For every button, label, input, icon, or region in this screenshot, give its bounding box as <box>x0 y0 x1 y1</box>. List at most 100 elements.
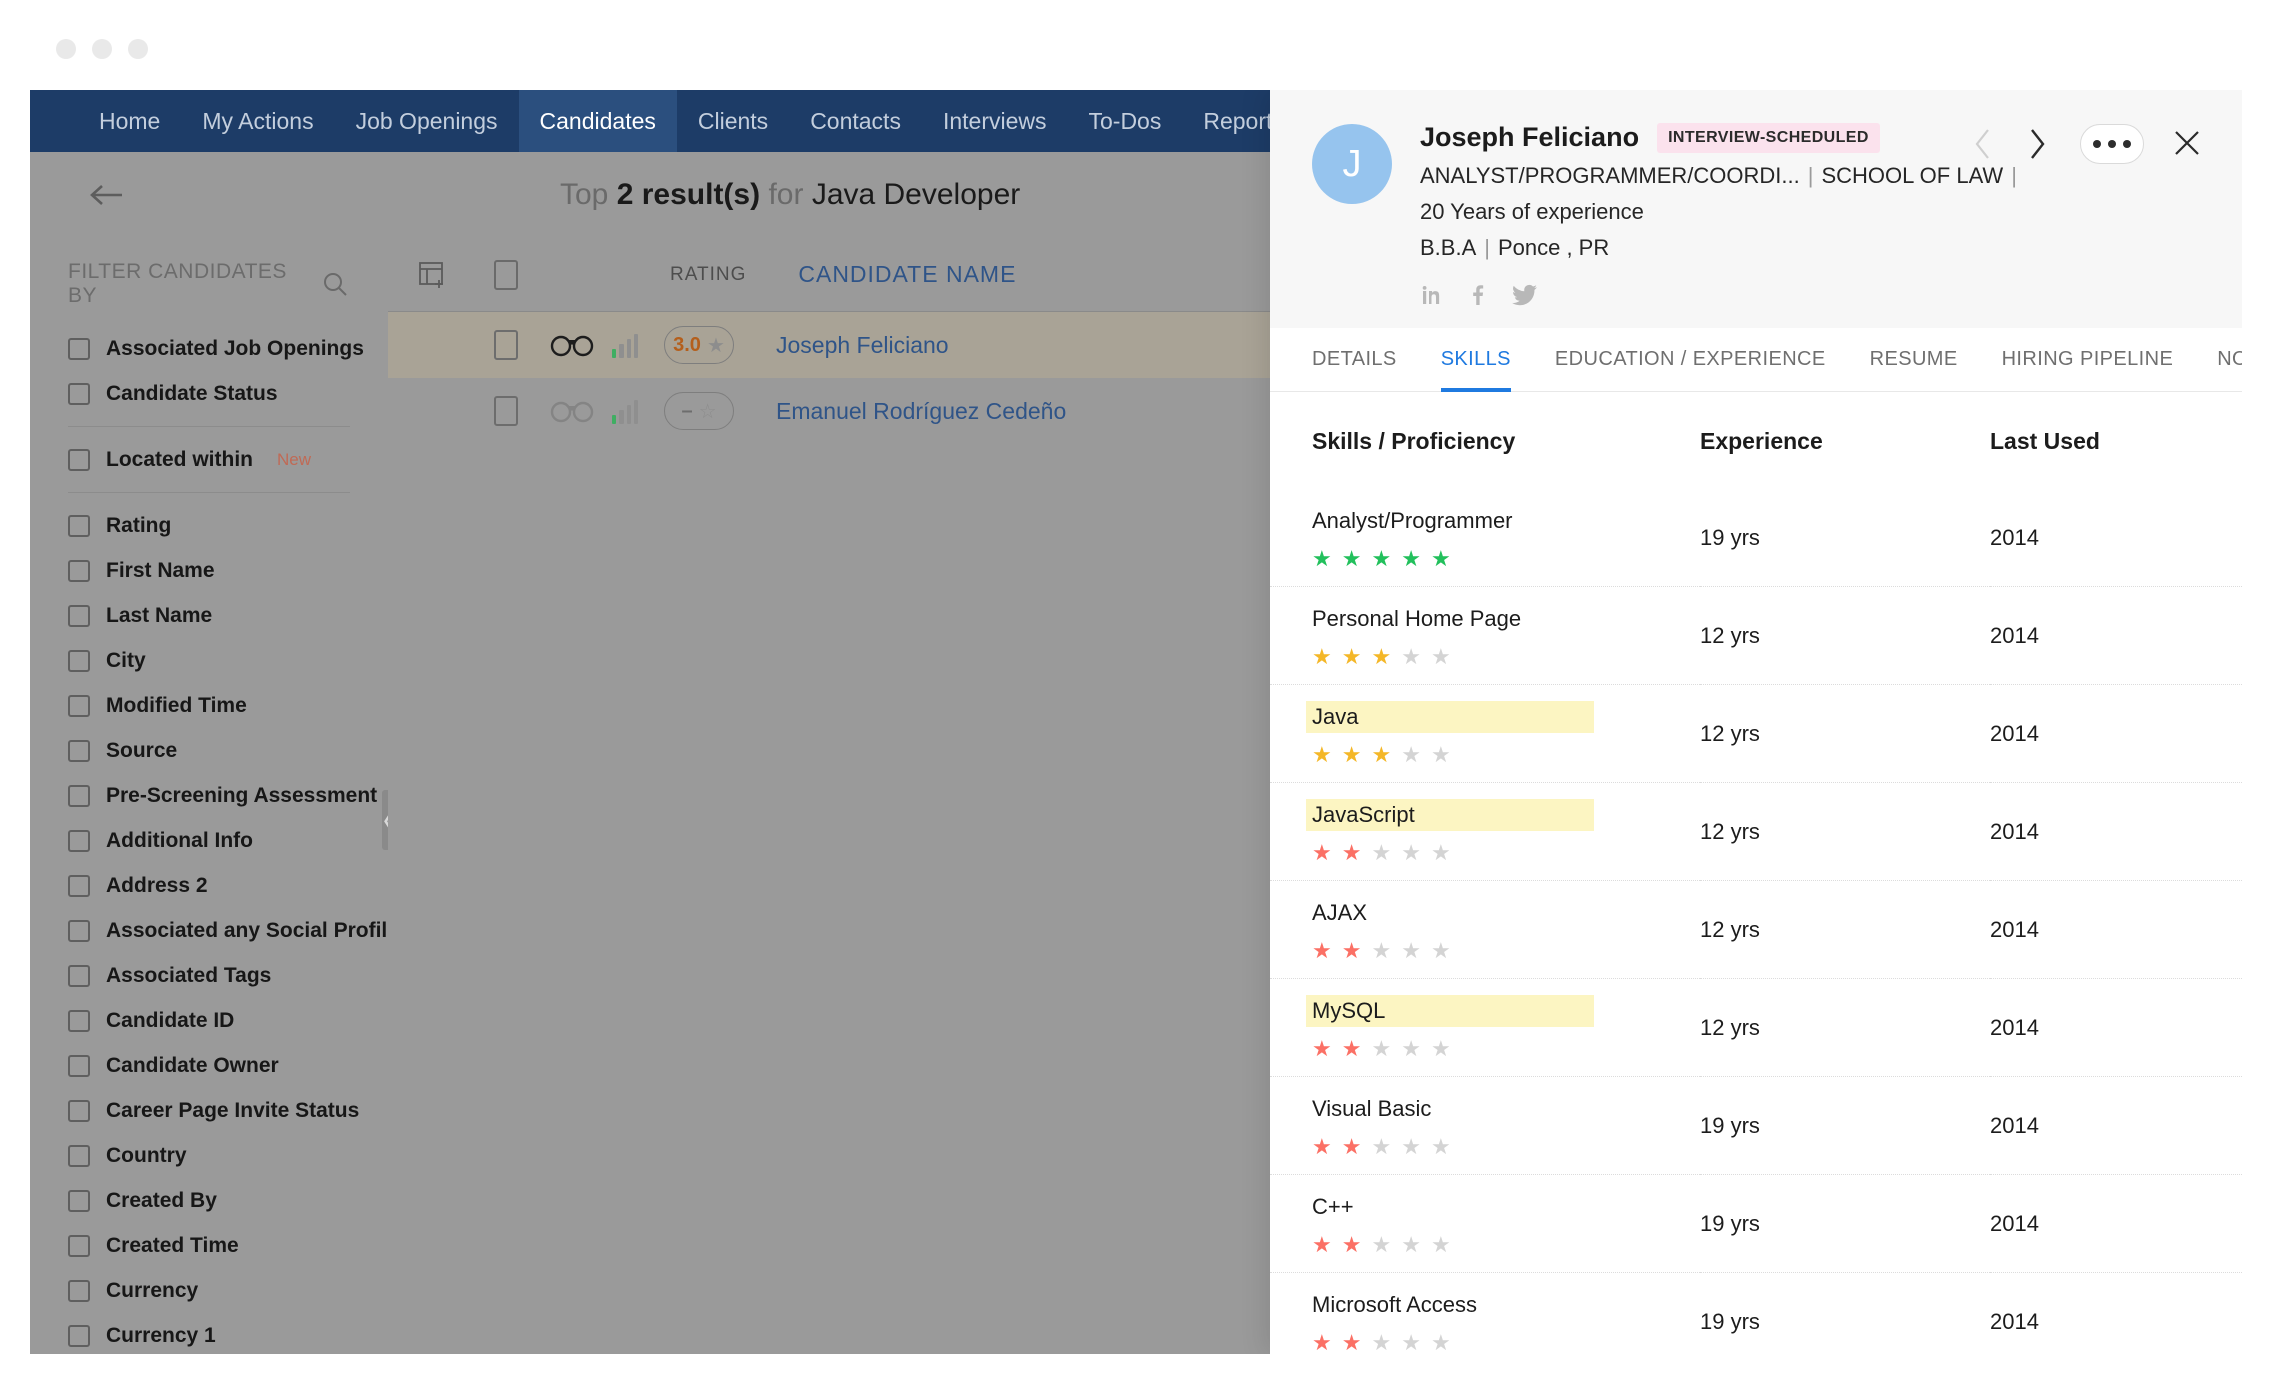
window-maximize-dot[interactable] <box>128 39 148 59</box>
next-record-icon[interactable] <box>2026 127 2052 161</box>
star-icon: ★ <box>1371 546 1392 571</box>
checkbox[interactable] <box>68 1189 90 1212</box>
checkbox[interactable] <box>68 382 90 405</box>
filter-label: Career Page Invite Status <box>106 1098 360 1122</box>
checkbox[interactable] <box>68 964 90 987</box>
star-icon: ★ <box>1371 1232 1392 1257</box>
checkbox[interactable] <box>68 649 90 672</box>
checkbox[interactable] <box>68 829 90 852</box>
filter-item-last-name[interactable]: Last Name <box>30 593 388 638</box>
glasses-icon[interactable] <box>550 330 594 360</box>
table-row: Analyst/Programmer ★ ★ ★ ★ ★ 19 yrs 2014 <box>1270 489 2242 587</box>
tab-hiring-pipeline[interactable]: HIRING PIPELINE <box>1980 328 2196 392</box>
window-close-dot[interactable] <box>56 39 76 59</box>
twitter-icon[interactable] <box>1512 283 1538 307</box>
checkbox[interactable] <box>68 874 90 897</box>
skills-table-body: Analyst/Programmer ★ ★ ★ ★ ★ 19 yrs 2014 Per… <box>1270 489 2242 1354</box>
tab-notes[interactable]: NOTES <box>2195 328 2242 392</box>
table-row[interactable]: 3.0 ★ Joseph Feliciano <box>388 312 1270 378</box>
results-for: for <box>768 178 804 211</box>
checkbox[interactable] <box>68 694 90 717</box>
nav-label: My Actions <box>202 107 314 134</box>
filter-item-pre-screening-assessment[interactable]: Pre-Screening Assessment <box>30 773 388 818</box>
table-row: AJAX ★ ★ ★ ★ ★ 12 yrs 2014 <box>1270 880 2242 979</box>
candidate-name-link[interactable]: Joseph Feliciano <box>776 332 949 359</box>
checkbox[interactable] <box>68 1144 90 1167</box>
checkbox[interactable] <box>68 514 90 537</box>
last-used-cell: 2014 <box>1990 1272 2242 1354</box>
nav-item-candidates[interactable]: Candidates <box>518 90 677 152</box>
signal-bars-icon <box>612 332 638 358</box>
filter-item-source[interactable]: Source <box>30 728 388 773</box>
row-checkbox[interactable] <box>494 330 518 360</box>
tab-education-experience[interactable]: EDUCATION / EXPERIENCE <box>1533 328 1848 392</box>
select-all-checkbox[interactable] <box>494 259 518 290</box>
window-controls[interactable] <box>56 39 148 59</box>
linkedin-icon[interactable] <box>1420 283 1444 307</box>
checkbox[interactable] <box>68 559 90 582</box>
prev-record-icon[interactable] <box>1972 127 1998 161</box>
filter-divider <box>68 492 350 493</box>
filter-item-associated-social-profiles[interactable]: Associated any Social Profiles <box>30 908 388 953</box>
filter-item-created-time[interactable]: Created Time <box>30 1223 388 1268</box>
proficiency-stars: ★ ★ ★ ★ ★ <box>1312 940 1700 962</box>
checkbox[interactable] <box>68 739 90 762</box>
candidate-name-link[interactable]: Emanuel Rodríguez Cedeño <box>776 398 1066 425</box>
facebook-icon[interactable] <box>1466 283 1490 307</box>
filter-item-career-page-invite-status[interactable]: Career Page Invite Status <box>30 1088 388 1133</box>
search-icon[interactable] <box>322 271 348 297</box>
column-header-rating[interactable]: RATING <box>670 264 746 286</box>
tab-details[interactable]: DETAILS <box>1312 328 1419 392</box>
filter-item-associated-job-openings[interactable]: Associated Job Openings <box>30 326 388 371</box>
nav-item-clients[interactable]: Clients <box>677 90 789 152</box>
filter-item-currency[interactable]: Currency <box>30 1268 388 1313</box>
experience-cell: 19 yrs <box>1700 1076 1990 1175</box>
filter-item-candidate-owner[interactable]: Candidate Owner <box>30 1043 388 1088</box>
add-column-icon[interactable] <box>410 252 456 298</box>
checkbox[interactable] <box>68 448 90 471</box>
tab-resume[interactable]: RESUME <box>1848 328 1980 392</box>
filter-item-created-by[interactable]: Created By <box>30 1178 388 1223</box>
filter-divider <box>68 426 350 427</box>
filter-item-country[interactable]: Country <box>30 1133 388 1178</box>
checkbox[interactable] <box>68 1324 90 1347</box>
filter-item-modified-time[interactable]: Modified Time <box>30 683 388 728</box>
checkbox[interactable] <box>68 1054 90 1077</box>
nav-item-interviews[interactable]: Interviews <box>922 90 1068 152</box>
checkbox[interactable] <box>68 337 90 360</box>
filter-item-associated-tags[interactable]: Associated Tags <box>30 953 388 998</box>
column-header-candidate-name[interactable]: CANDIDATE NAME <box>798 261 1016 288</box>
checkbox[interactable] <box>68 1009 90 1032</box>
rating-badge[interactable]: – ☆ <box>664 392 734 430</box>
nav-item-job-openings[interactable]: Job Openings <box>335 90 519 152</box>
checkbox[interactable] <box>68 604 90 627</box>
close-icon[interactable] <box>2172 128 2204 160</box>
filter-item-first-name[interactable]: First Name <box>30 548 388 593</box>
checkbox[interactable] <box>68 1279 90 1302</box>
filter-label: Created Time <box>106 1233 239 1257</box>
checkbox[interactable] <box>68 919 90 942</box>
filter-item-located-within[interactable]: Located within New <box>30 437 388 482</box>
filter-item-currency-1[interactable]: Currency 1 <box>30 1313 388 1354</box>
back-arrow-icon[interactable] <box>88 175 128 215</box>
filter-item-address-2[interactable]: Address 2 <box>30 863 388 908</box>
row-checkbox[interactable] <box>494 396 518 426</box>
filter-item-additional-info[interactable]: Additional Info <box>30 818 388 863</box>
checkbox[interactable] <box>68 784 90 807</box>
filter-item-rating[interactable]: Rating <box>30 503 388 548</box>
table-row[interactable]: – ☆ Emanuel Rodríguez Cedeño <box>388 378 1270 444</box>
more-options-icon[interactable] <box>2080 124 2144 164</box>
nav-item-home[interactable]: Home <box>78 90 181 152</box>
filter-item-candidate-status[interactable]: Candidate Status <box>30 371 388 416</box>
tab-skills[interactable]: SKILLS <box>1419 328 1533 392</box>
nav-item-contacts[interactable]: Contacts <box>789 90 922 152</box>
filter-item-candidate-id[interactable]: Candidate ID <box>30 998 388 1043</box>
nav-item-todos[interactable]: To-Dos <box>1068 90 1183 152</box>
rating-badge[interactable]: 3.0 ★ <box>664 326 734 364</box>
nav-item-my-actions[interactable]: My Actions <box>181 90 334 152</box>
checkbox[interactable] <box>68 1234 90 1257</box>
window-minimize-dot[interactable] <box>92 39 112 59</box>
filter-item-city[interactable]: City <box>30 638 388 683</box>
checkbox[interactable] <box>68 1099 90 1122</box>
glasses-icon[interactable] <box>550 396 594 426</box>
